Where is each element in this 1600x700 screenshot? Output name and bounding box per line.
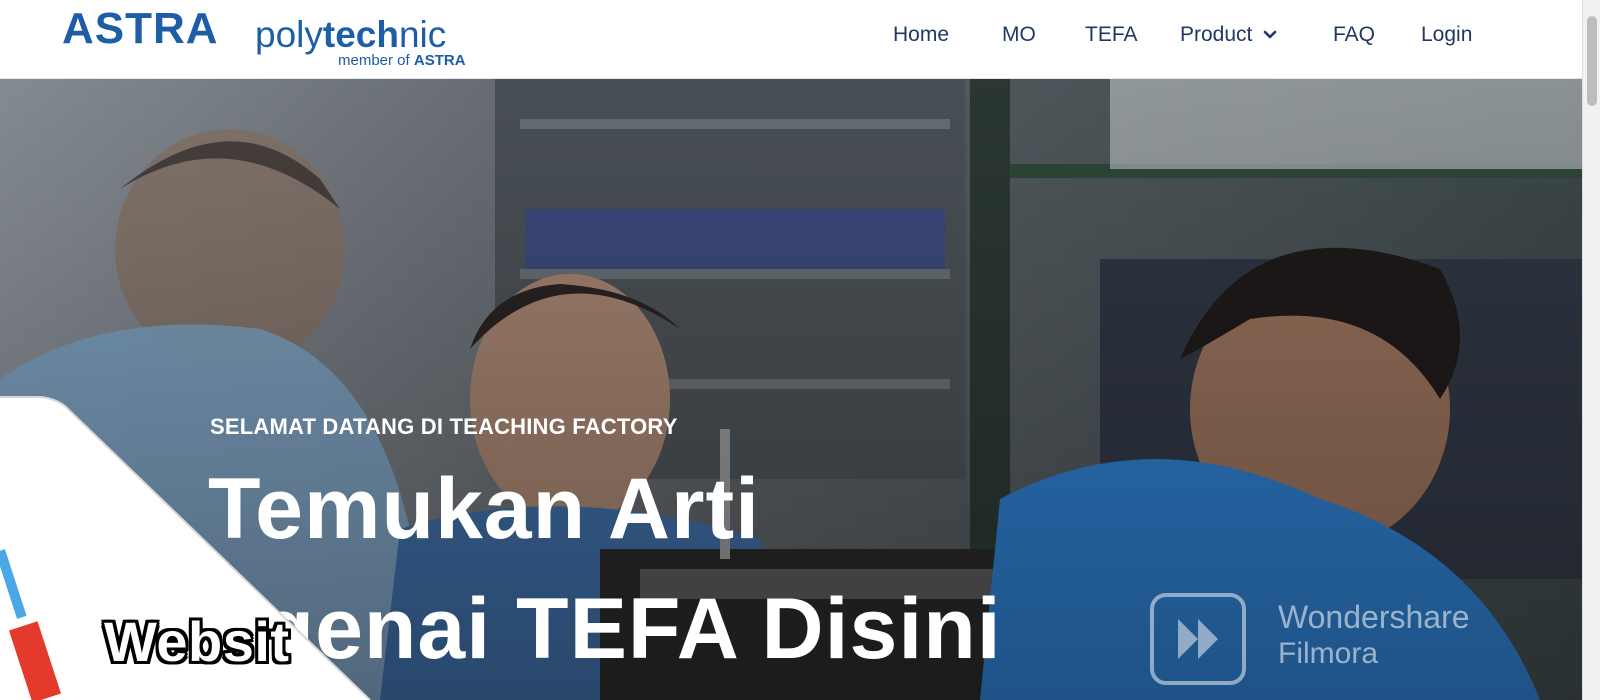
scrollbar-thumb[interactable] <box>1587 16 1597 106</box>
nav-faq-link[interactable]: FAQ <box>1333 20 1375 50</box>
nav-mo-link[interactable]: MO <box>1002 20 1036 50</box>
watermark-line-1: Wondershare <box>1278 599 1470 635</box>
chevron-down-icon <box>1263 31 1277 39</box>
nav-tefa-link[interactable]: TEFA <box>1085 20 1138 50</box>
hero-title-line-2: ngenai TEFA Disini <box>208 581 1002 677</box>
hero-title-line-1: Temukan Arti <box>208 461 760 557</box>
nav-product-label: Product <box>1180 23 1253 46</box>
video-caption-text: Websit <box>104 610 290 673</box>
page-scrollbar[interactable] <box>1582 0 1600 700</box>
astra-polytechnic-logo[interactable]: ASTRA polytechnic member of ASTRA <box>62 3 492 73</box>
filmora-logo-icon <box>1150 593 1246 685</box>
nav-login-link[interactable]: Login <box>1421 20 1472 50</box>
logo-member-text: member of ASTRA <box>338 52 466 69</box>
nav-product-dropdown[interactable]: Product <box>1180 20 1278 50</box>
hero-banner: SELAMAT DATANG DI TEACHING FACTORY Temuk… <box>0 79 1582 700</box>
hero-kicker-text: SELAMAT DATANG DI TEACHING FACTORY <box>210 414 678 439</box>
logo-polytechnic-text: polytechnic <box>255 14 447 55</box>
editor-watermark: Wondershare Filmora <box>1148 589 1508 689</box>
watermark-line-2: Filmora <box>1278 637 1379 670</box>
nav-home-link[interactable]: Home <box>893 20 949 50</box>
top-navbar: ASTRA polytechnic member of ASTRA Home M… <box>0 0 1582 79</box>
logo-astra-text: ASTRA <box>62 4 219 53</box>
